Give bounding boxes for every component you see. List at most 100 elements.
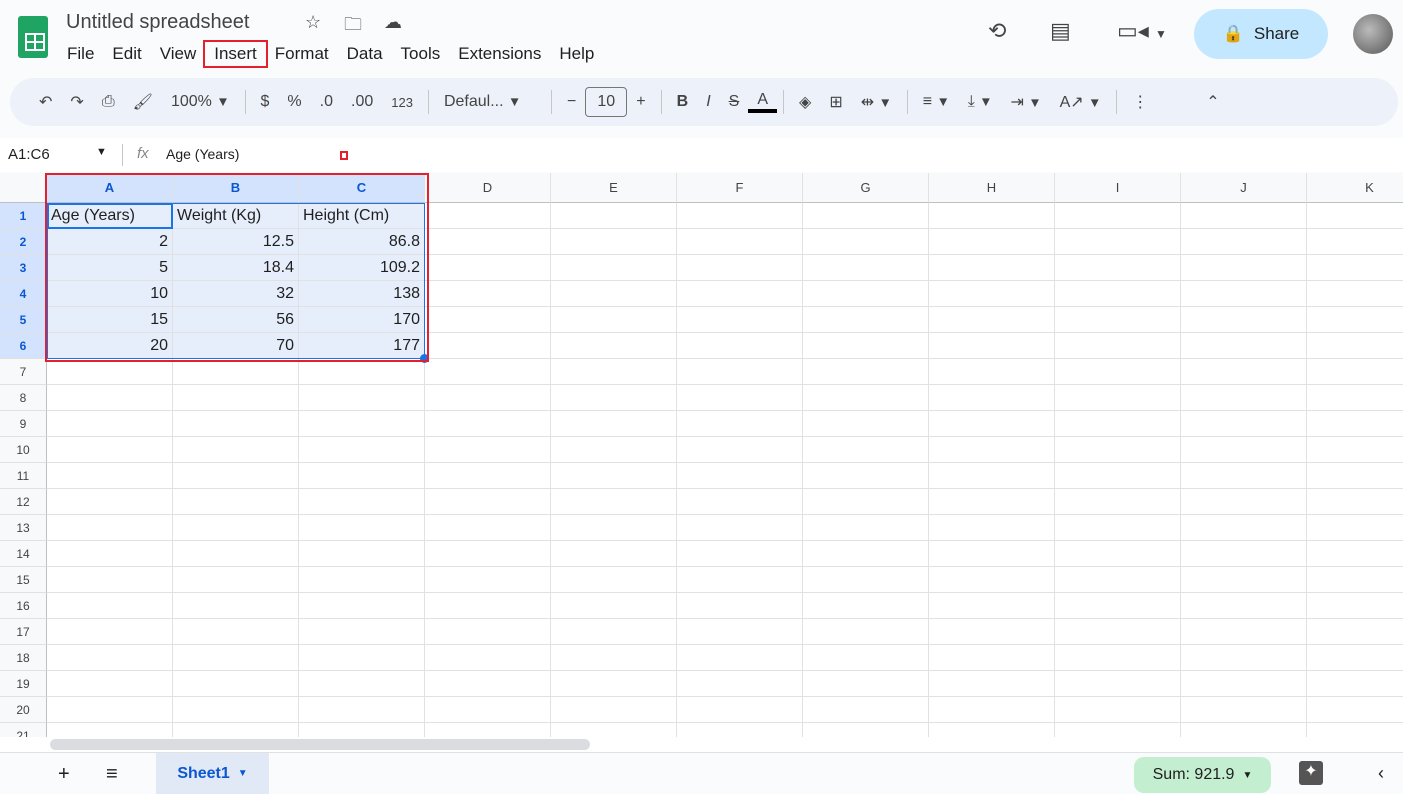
column-header-J[interactable]: J bbox=[1181, 173, 1307, 203]
row-header-16[interactable]: 16 bbox=[0, 593, 47, 619]
more-formats-button[interactable]: 123 bbox=[382, 95, 422, 110]
cell-H20[interactable] bbox=[929, 697, 1055, 723]
cell-A12[interactable] bbox=[47, 489, 173, 515]
cell-A14[interactable] bbox=[47, 541, 173, 567]
cell-C12[interactable] bbox=[299, 489, 425, 515]
cell-E4[interactable] bbox=[551, 281, 677, 307]
cell-E13[interactable] bbox=[551, 515, 677, 541]
cell-J15[interactable] bbox=[1181, 567, 1307, 593]
cell-F14[interactable] bbox=[677, 541, 803, 567]
cell-B16[interactable] bbox=[173, 593, 299, 619]
cell-E15[interactable] bbox=[551, 567, 677, 593]
row-header-12[interactable]: 12 bbox=[0, 489, 47, 515]
cell-D8[interactable] bbox=[425, 385, 551, 411]
cell-H4[interactable] bbox=[929, 281, 1055, 307]
text-color-icon[interactable]: A bbox=[748, 91, 777, 113]
cell-H9[interactable] bbox=[929, 411, 1055, 437]
cell-A10[interactable] bbox=[47, 437, 173, 463]
comments-icon[interactable]: ▤ bbox=[1050, 18, 1071, 44]
cell-K17[interactable] bbox=[1307, 619, 1403, 645]
cell-E17[interactable] bbox=[551, 619, 677, 645]
cell-J21[interactable] bbox=[1181, 723, 1307, 737]
all-sheets-icon[interactable]: ≡ bbox=[106, 763, 118, 786]
cell-H6[interactable] bbox=[929, 333, 1055, 359]
row-header-9[interactable]: 9 bbox=[0, 411, 47, 437]
cell-K15[interactable] bbox=[1307, 567, 1403, 593]
decrease-font-size-icon[interactable]: − bbox=[558, 93, 585, 111]
fill-color-icon[interactable]: ◈ bbox=[790, 92, 820, 112]
cell-K19[interactable] bbox=[1307, 671, 1403, 697]
cell-G4[interactable] bbox=[803, 281, 929, 307]
cell-B14[interactable] bbox=[173, 541, 299, 567]
cell-E2[interactable] bbox=[551, 229, 677, 255]
row-header-5[interactable]: 5 bbox=[0, 307, 47, 333]
column-header-G[interactable]: G bbox=[803, 173, 929, 203]
menu-edit[interactable]: Edit bbox=[103, 42, 150, 66]
cell-B11[interactable] bbox=[173, 463, 299, 489]
cell-J7[interactable] bbox=[1181, 359, 1307, 385]
cell-I21[interactable] bbox=[1055, 723, 1181, 737]
cell-C20[interactable] bbox=[299, 697, 425, 723]
row-header-13[interactable]: 13 bbox=[0, 515, 47, 541]
cell-G20[interactable] bbox=[803, 697, 929, 723]
cell-C18[interactable] bbox=[299, 645, 425, 671]
cell-H3[interactable] bbox=[929, 255, 1055, 281]
horizontal-scrollbar[interactable] bbox=[0, 737, 1403, 752]
row-header-19[interactable]: 19 bbox=[0, 671, 47, 697]
cell-D20[interactable] bbox=[425, 697, 551, 723]
cell-C7[interactable] bbox=[299, 359, 425, 385]
cell-E19[interactable] bbox=[551, 671, 677, 697]
cell-H14[interactable] bbox=[929, 541, 1055, 567]
cell-D5[interactable] bbox=[425, 307, 551, 333]
cell-D12[interactable] bbox=[425, 489, 551, 515]
cell-C21[interactable] bbox=[299, 723, 425, 737]
cell-I9[interactable] bbox=[1055, 411, 1181, 437]
cell-H5[interactable] bbox=[929, 307, 1055, 333]
cell-C9[interactable] bbox=[299, 411, 425, 437]
cell-E10[interactable] bbox=[551, 437, 677, 463]
column-header-H[interactable]: H bbox=[929, 173, 1055, 203]
cell-B21[interactable] bbox=[173, 723, 299, 737]
cell-G21[interactable] bbox=[803, 723, 929, 737]
currency-button[interactable]: $ bbox=[252, 93, 279, 111]
more-options-icon[interactable]: ⋮ bbox=[1123, 92, 1157, 112]
cell-K18[interactable] bbox=[1307, 645, 1403, 671]
cell-D9[interactable] bbox=[425, 411, 551, 437]
cell-E8[interactable] bbox=[551, 385, 677, 411]
cell-G9[interactable] bbox=[803, 411, 929, 437]
cell-D10[interactable] bbox=[425, 437, 551, 463]
name-box[interactable]: A1:C6 bbox=[8, 146, 50, 163]
cell-A8[interactable] bbox=[47, 385, 173, 411]
cell-I20[interactable] bbox=[1055, 697, 1181, 723]
cell-F5[interactable] bbox=[677, 307, 803, 333]
cell-F20[interactable] bbox=[677, 697, 803, 723]
star-icon[interactable]: ☆ bbox=[305, 12, 321, 33]
menu-view[interactable]: View bbox=[151, 42, 206, 66]
cell-K8[interactable] bbox=[1307, 385, 1403, 411]
cell-D1[interactable] bbox=[425, 203, 551, 229]
cell-G1[interactable] bbox=[803, 203, 929, 229]
menu-insert[interactable]: Insert bbox=[203, 40, 268, 68]
cell-E18[interactable] bbox=[551, 645, 677, 671]
cell-A20[interactable] bbox=[47, 697, 173, 723]
cell-C17[interactable] bbox=[299, 619, 425, 645]
cell-K9[interactable] bbox=[1307, 411, 1403, 437]
cell-J11[interactable] bbox=[1181, 463, 1307, 489]
cell-C15[interactable] bbox=[299, 567, 425, 593]
cell-G8[interactable] bbox=[803, 385, 929, 411]
cell-B8[interactable] bbox=[173, 385, 299, 411]
bold-icon[interactable]: B bbox=[668, 93, 698, 111]
cell-A11[interactable] bbox=[47, 463, 173, 489]
cell-E20[interactable] bbox=[551, 697, 677, 723]
row-header-14[interactable]: 14 bbox=[0, 541, 47, 567]
cell-H12[interactable] bbox=[929, 489, 1055, 515]
cell-H15[interactable] bbox=[929, 567, 1055, 593]
cell-H2[interactable] bbox=[929, 229, 1055, 255]
cell-C11[interactable] bbox=[299, 463, 425, 489]
row-header-8[interactable]: 8 bbox=[0, 385, 47, 411]
cell-I10[interactable] bbox=[1055, 437, 1181, 463]
cell-I18[interactable] bbox=[1055, 645, 1181, 671]
cell-F3[interactable] bbox=[677, 255, 803, 281]
cell-I16[interactable] bbox=[1055, 593, 1181, 619]
cell-H13[interactable] bbox=[929, 515, 1055, 541]
